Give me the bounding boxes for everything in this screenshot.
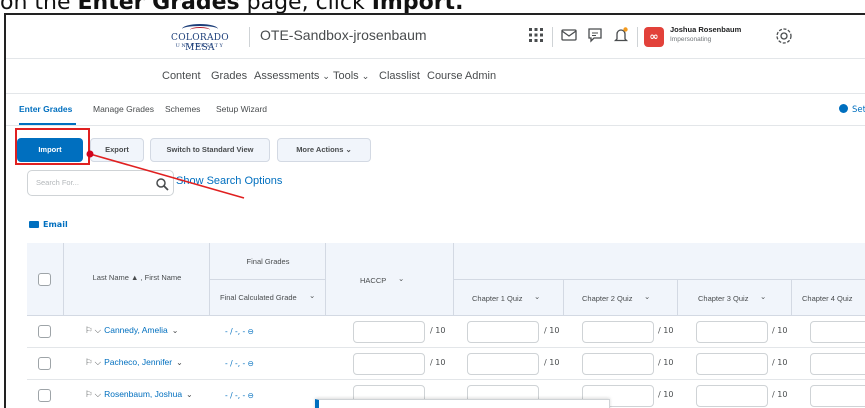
tab-enter-grades[interactable]: Enter Grades: [19, 104, 72, 114]
chapter-4-grade-input[interactable]: [810, 385, 865, 407]
flag-icon: ⚐: [85, 389, 93, 399]
row-checkbox[interactable]: [38, 389, 51, 402]
table-row: ⚐ ⌵ Pacheco, Jennifer ⌄ - / -, - ⊖ / 10 / 1…: [27, 348, 865, 380]
nav-tools[interactable]: Tools ⌄: [333, 70, 369, 82]
tab-schemes[interactable]: Schemes: [165, 104, 200, 114]
switch-view-button[interactable]: Switch to Standard View: [150, 138, 270, 162]
chevron-down-icon[interactable]: ⌄: [309, 291, 315, 300]
final-grade-value[interactable]: - / -, - ⊖: [225, 391, 254, 400]
student-name-link[interactable]: ⚐ ⌵ Pacheco, Jennifer ⌄: [85, 357, 183, 368]
header-divider: [637, 27, 638, 47]
gear-icon[interactable]: [774, 26, 794, 46]
final-grade-value[interactable]: - / -, - ⊖: [225, 359, 254, 368]
chart-icon: ⌵: [94, 357, 102, 367]
chapter-4-grade-input[interactable]: [810, 321, 865, 343]
chevron-down-icon[interactable]: ⌄: [534, 292, 540, 301]
avatar[interactable]: ∞: [644, 27, 664, 47]
chapter-4-quiz-header[interactable]: Chapter 4 Quiz: [792, 280, 865, 316]
chevron-down-icon: ⌄: [186, 390, 193, 399]
header-divider: [552, 27, 553, 47]
nav-classlist[interactable]: Classlist: [379, 70, 420, 82]
envelope-icon: [29, 221, 39, 228]
grades-tabs: Enter Grades Manage Grades Schemes Setup…: [6, 95, 865, 126]
chevron-down-icon: ⌄: [322, 71, 330, 81]
chapter-1-quiz-header[interactable]: Chapter 1 Quiz ⌄: [454, 280, 564, 316]
table-row: ⚐ ⌵ Cannedy, Amelia ⌄ - / -, - ⊖ / 10 / 10 …: [27, 316, 865, 348]
chapter-3-grade-input[interactable]: [696, 321, 768, 343]
chevron-down-icon[interactable]: ⌄: [760, 292, 766, 301]
chapter-3-quiz-header[interactable]: Chapter 3 Quiz ⌄: [678, 280, 792, 316]
export-button[interactable]: Export: [90, 138, 144, 162]
nav-assessments[interactable]: Assessments ⌄: [254, 70, 330, 82]
user-role: Impersonating: [670, 36, 712, 43]
chapter-3-grade-input[interactable]: [696, 353, 768, 375]
select-all-header: [27, 243, 64, 316]
chapter-3-grade-input[interactable]: [696, 385, 768, 407]
course-selector-icon[interactable]: [526, 25, 546, 45]
nav-course-admin[interactable]: Course Admin: [427, 70, 496, 82]
chapter-2-grade-input[interactable]: [582, 321, 654, 343]
final-grade-value[interactable]: - / -, - ⊖: [225, 327, 254, 336]
nav-grades[interactable]: Grades: [211, 70, 247, 82]
course-navbar: Content Grades Assessments ⌄ Tools ⌄ Class…: [6, 60, 865, 94]
chevron-down-icon: ⌄: [345, 145, 352, 154]
chapter-2-grade-input[interactable]: [582, 353, 654, 375]
user-name[interactable]: Joshua Rosenbaum: [670, 25, 741, 34]
settings-link[interactable]: Sett: [839, 104, 865, 115]
flag-icon: ⚐: [85, 357, 93, 367]
chapter-2-quiz-header[interactable]: Chapter 2 Quiz ⌄: [564, 280, 678, 316]
student-name-link[interactable]: ⚐ ⌵ Cannedy, Amelia ⌄: [85, 325, 178, 336]
chevron-down-icon[interactable]: ⌄: [644, 292, 650, 301]
grades-grid: Last Name ▲ , First Name Final Grades Fi…: [27, 243, 865, 408]
haccp-grade-input[interactable]: [353, 321, 425, 343]
tab-setup-wizard[interactable]: Setup Wizard: [216, 104, 267, 114]
quiz-group-header: [454, 243, 865, 280]
browser-frame: COLORADO MESA UNIVERSITY OTE-Sandbox-jro…: [4, 13, 865, 408]
header-divider: [249, 27, 250, 47]
university-logo[interactable]: COLORADO MESA UNIVERSITY: [160, 24, 240, 53]
final-grades-group-header: Final Grades: [210, 243, 326, 280]
chevron-down-icon: ⌄: [171, 326, 179, 335]
chat-icon[interactable]: [585, 25, 605, 45]
chapter-1-grade-input[interactable]: [467, 321, 539, 343]
import-highlight-box: [15, 128, 90, 165]
student-name-link[interactable]: ⚐ ⌵ Rosenbaum, Joshua ⌄: [85, 389, 193, 400]
chart-icon: ⌵: [94, 389, 102, 399]
top-header: COLORADO MESA UNIVERSITY OTE-Sandbox-jro…: [6, 15, 865, 59]
gear-icon: [839, 104, 848, 113]
haccp-grade-input[interactable]: [353, 353, 425, 375]
row-checkbox[interactable]: [38, 325, 51, 338]
final-calculated-grade-header[interactable]: Final Calculated Grade ⌄: [210, 280, 326, 316]
email-button[interactable]: Email: [29, 220, 68, 229]
chart-icon: ⌵: [94, 325, 102, 335]
chevron-down-icon: ⌄: [361, 71, 370, 81]
more-actions-button[interactable]: More Actions ⌄: [277, 138, 371, 162]
haccp-column-header[interactable]: HACCP ⌄: [326, 243, 454, 316]
name-column-header[interactable]: Last Name ▲ , First Name: [64, 243, 210, 316]
row-checkbox[interactable]: [38, 357, 51, 370]
course-title[interactable]: OTE-Sandbox-jrosenbaum: [260, 27, 427, 43]
bell-icon[interactable]: [611, 25, 631, 45]
search-icon[interactable]: [155, 176, 169, 191]
select-all-checkbox[interactable]: [38, 273, 51, 286]
tab-manage-grades[interactable]: Manage Grades: [93, 104, 154, 114]
nav-content[interactable]: Content: [162, 70, 201, 82]
show-search-options-link[interactable]: Show Search Options: [176, 175, 282, 187]
search-input[interactable]: Search For...: [27, 170, 174, 196]
chapter-4-grade-input[interactable]: [810, 353, 865, 375]
chevron-down-icon: ⌄: [176, 358, 183, 367]
chapter-1-grade-input[interactable]: [467, 353, 539, 375]
flag-icon: ⚐: [85, 325, 93, 335]
search-placeholder: Search For...: [36, 178, 79, 187]
chevron-down-icon[interactable]: ⌄: [398, 274, 404, 283]
floating-panel: [315, 399, 610, 408]
mail-icon[interactable]: [559, 25, 579, 45]
